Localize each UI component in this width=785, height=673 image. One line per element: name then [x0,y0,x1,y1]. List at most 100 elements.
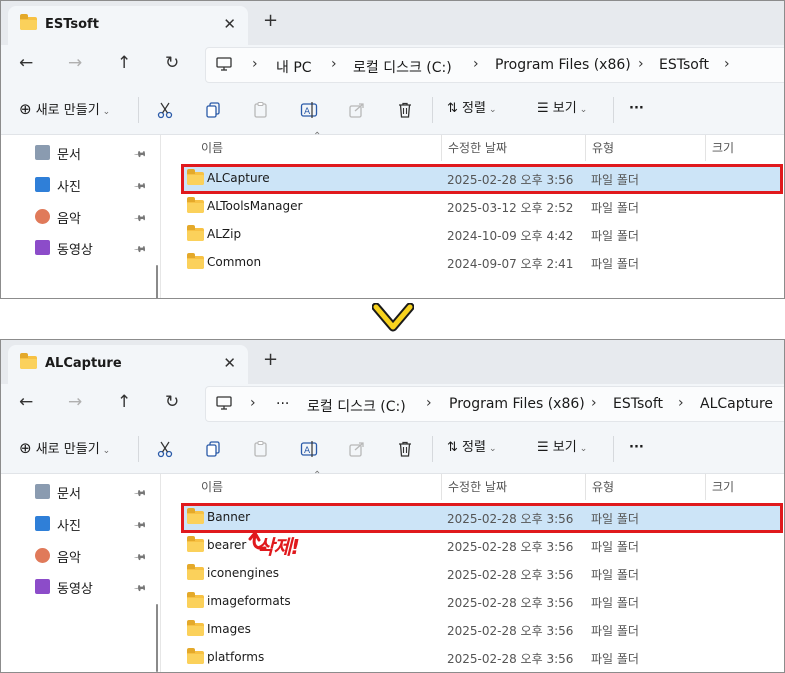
view-button[interactable]: ☰ 보기 ⌄ [537,439,587,458]
chevron-right-icon[interactable]: › [252,56,258,72]
column-divider[interactable] [585,135,586,161]
file-date: 2024-10-09 오후 4:42 [447,229,574,243]
add-icon: ⊕ [19,100,32,118]
table-row[interactable]: imageformats 2025-02-28 오후 3:56 파일 폴더 [184,590,780,614]
delete-icon[interactable] [396,440,414,458]
new-tab-button[interactable]: + [263,351,278,369]
breadcrumb-item[interactable]: 로컬 디스크 (C:) [307,396,406,416]
pin-icon[interactable]: 🖈 [130,578,150,599]
breadcrumb-item[interactable]: 로컬 디스크 (C:) [353,57,452,77]
pin-icon[interactable]: 🖈 [130,483,150,504]
column-header-date[interactable]: 수정한 날짜 [448,139,507,156]
rename-icon[interactable]: A [300,440,318,458]
chevron-right-icon[interactable]: › [426,395,432,411]
sidebar-item-pictures[interactable]: 사진 🖈 [35,514,150,534]
chevron-right-icon[interactable]: › [591,395,597,411]
chevron-right-icon[interactable]: › [724,56,730,72]
close-tab-icon[interactable]: ✕ [223,354,236,372]
new-tab-button[interactable]: + [263,12,278,30]
forward-icon[interactable]: → [68,53,82,73]
sidebar-item-videos[interactable]: 동영상 🖈 [35,577,150,597]
column-header-type[interactable]: 유형 [592,139,614,156]
column-divider[interactable] [705,474,706,500]
share-icon[interactable] [348,440,366,458]
view-button[interactable]: ☰ 보기 ⌄ [537,100,587,119]
back-icon[interactable]: ← [19,392,33,412]
table-row[interactable]: platforms 2025-02-28 오후 3:56 파일 폴더 [184,646,780,670]
cut-icon[interactable] [156,440,174,458]
column-header-name[interactable]: 이름 [201,478,223,495]
pin-icon[interactable]: 🖈 [130,144,150,165]
chevron-right-icon[interactable]: › [250,395,256,411]
more-options-icon[interactable]: ··· [629,439,644,457]
share-icon[interactable] [348,101,366,119]
breadcrumb-item[interactable]: ESTsoft [613,396,663,412]
forward-icon[interactable]: → [68,392,82,412]
column-header-size[interactable]: 크기 [712,478,734,495]
new-button[interactable]: ⊕ 새로 만들기 ⌄ [19,100,110,121]
breadcrumb-overflow[interactable]: ··· [276,396,289,412]
address-box[interactable]: › 내 PC › 로컬 디스크 (C:) › Program Files (x8… [205,47,784,83]
pin-icon[interactable]: 🖈 [130,176,150,197]
chevron-right-icon[interactable]: › [678,395,684,411]
breadcrumb-item[interactable]: 내 PC [276,57,312,77]
up-icon[interactable]: ↑ [117,53,131,73]
address-box[interactable]: › ··· 로컬 디스크 (C:) › Program Files (x86) … [205,386,784,422]
rename-icon[interactable]: A [300,101,318,119]
column-divider[interactable] [441,474,442,500]
command-bar: ⊕ 새로 만들기 ⌄ A ⇅ 정렬 ⌄ ☰ 보기 ⌄ ··· [1,424,784,474]
more-options-icon[interactable]: ··· [629,100,644,118]
table-row[interactable]: iconengines 2025-02-28 오후 3:56 파일 폴더 [184,562,780,586]
column-header-name[interactable]: 이름 [201,139,223,156]
table-row[interactable]: ALToolsManager 2025-03-12 오후 2:52 파일 폴더 [184,195,780,219]
sidebar-item-documents[interactable]: 문서 🖈 [35,482,150,502]
sidebar-item-music[interactable]: 음악 🖈 [35,546,150,566]
chevron-right-icon[interactable]: › [638,56,644,72]
table-row[interactable]: Images 2025-02-28 오후 3:56 파일 폴더 [184,618,780,642]
refresh-icon[interactable]: ↻ [165,53,179,73]
paste-icon[interactable] [252,440,270,458]
cut-icon[interactable] [156,101,174,119]
table-row[interactable]: Common 2024-09-07 오후 2:41 파일 폴더 [184,251,780,275]
chevron-right-icon[interactable]: › [473,56,479,72]
sidebar-item-videos[interactable]: 동영상 🖈 [35,238,150,258]
copy-icon[interactable] [204,101,222,119]
breadcrumb-item[interactable]: Program Files (x86) [495,57,631,73]
pin-icon[interactable]: 🖈 [130,239,150,260]
pin-icon[interactable]: 🖈 [130,547,150,568]
close-tab-icon[interactable]: ✕ [223,15,236,33]
tab-estsoft[interactable]: ESTsoft ✕ [8,6,248,45]
new-button[interactable]: ⊕ 새로 만들기 ⌄ [19,439,110,460]
column-divider[interactable] [441,135,442,161]
paste-icon[interactable] [252,101,270,119]
up-icon[interactable]: ↑ [117,392,131,412]
pin-icon[interactable]: 🖈 [130,208,150,229]
breadcrumb-item[interactable]: Program Files (x86) [449,396,585,412]
scrollbar[interactable] [156,604,158,672]
sidebar-item-documents[interactable]: 문서 🖈 [35,143,150,163]
back-icon[interactable]: ← [19,53,33,73]
chevron-right-icon[interactable]: › [331,56,337,72]
table-row[interactable]: Banner 2025-02-28 오후 3:56 파일 폴더 [181,503,783,533]
table-row[interactable]: ALZip 2024-10-09 오후 4:42 파일 폴더 [184,223,780,247]
file-type: 파일 폴더 [591,540,639,554]
scrollbar[interactable] [156,265,158,298]
pin-icon[interactable]: 🖈 [130,515,150,536]
sidebar-item-music[interactable]: 음악 🖈 [35,207,150,227]
sort-button[interactable]: ⇅ 정렬 ⌄ [447,439,497,458]
column-divider[interactable] [585,474,586,500]
breadcrumb-item[interactable]: ALCapture [700,396,773,412]
refresh-icon[interactable]: ↻ [165,392,179,412]
tab-alcapture[interactable]: ALCapture ✕ [8,345,248,384]
sidebar-item-pictures[interactable]: 사진 🖈 [35,175,150,195]
column-header-type[interactable]: 유형 [592,478,614,495]
column-header-size[interactable]: 크기 [712,139,734,156]
sort-button[interactable]: ⇅ 정렬 ⌄ [447,100,497,119]
table-row[interactable]: ALCapture 2025-02-28 오후 3:56 파일 폴더 [181,164,783,194]
column-divider[interactable] [705,135,706,161]
column-header-date[interactable]: 수정한 날짜 [448,478,507,495]
delete-icon[interactable] [396,101,414,119]
copy-icon[interactable] [204,440,222,458]
breadcrumb-item[interactable]: ESTsoft [659,57,709,73]
file-name: Common [207,255,262,269]
